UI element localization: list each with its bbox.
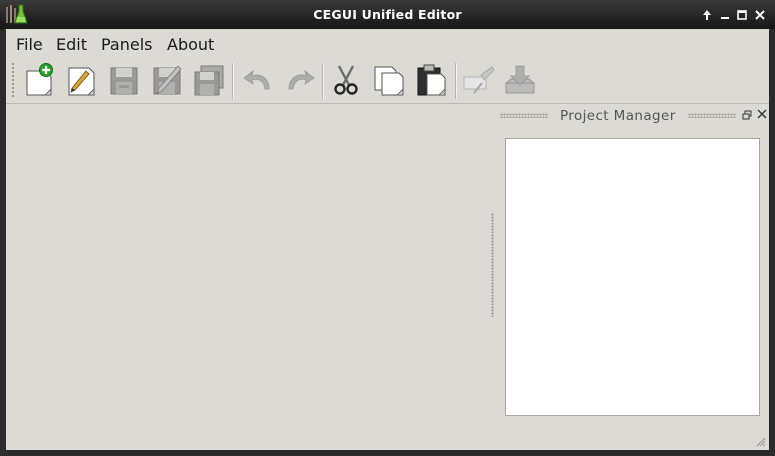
toolbar-separator xyxy=(232,63,234,99)
save-all-icon xyxy=(194,65,224,96)
close-icon[interactable] xyxy=(757,109,767,119)
toolbar-separator xyxy=(322,63,324,99)
arrow-up-icon xyxy=(703,10,711,20)
save-button[interactable] xyxy=(107,63,141,97)
menu-file[interactable]: File xyxy=(16,35,43,54)
dock-grip-left xyxy=(500,113,548,118)
keep-above-button[interactable] xyxy=(699,7,715,23)
client-area: File Edit Panels About Project Manager xyxy=(6,29,769,450)
cut-icon xyxy=(334,65,358,95)
project-settings-button[interactable] xyxy=(461,63,495,97)
dock-title: Project Manager xyxy=(560,108,676,124)
edit-document-icon xyxy=(68,67,95,96)
copy-icon xyxy=(374,66,404,96)
save-as-button[interactable] xyxy=(150,63,184,97)
close-button[interactable] xyxy=(752,7,768,23)
save-all-button[interactable] xyxy=(192,63,226,97)
main-toolbar xyxy=(6,57,769,104)
cut-button[interactable] xyxy=(329,63,363,97)
window-title: CEGUI Unified Editor xyxy=(313,7,462,22)
undo-button[interactable] xyxy=(241,63,275,97)
editor-area xyxy=(6,104,493,450)
minimize-button[interactable] xyxy=(717,7,733,23)
dock-title-bar[interactable]: Project Manager xyxy=(496,104,769,126)
copy-button[interactable] xyxy=(372,63,406,97)
menu-edit[interactable]: Edit xyxy=(56,35,87,54)
project-tree-view[interactable] xyxy=(505,138,760,416)
new-file-button[interactable] xyxy=(23,63,57,97)
redo-icon xyxy=(288,70,315,90)
size-grip-icon[interactable] xyxy=(754,435,766,447)
menu-bar: File Edit Panels About xyxy=(6,29,769,57)
save-icon xyxy=(110,67,138,95)
float-icon[interactable] xyxy=(742,110,752,120)
reload-resources-icon xyxy=(505,65,535,94)
menu-about[interactable]: About xyxy=(167,35,214,54)
maximize-button[interactable] xyxy=(734,7,750,23)
close-icon xyxy=(755,10,765,20)
redo-button[interactable] xyxy=(283,63,317,97)
main-window: CEGUI Unified Editor File Edit Panels Ab… xyxy=(0,0,775,456)
undo-icon xyxy=(243,70,270,90)
reload-resources-button[interactable] xyxy=(503,63,537,97)
minimize-icon xyxy=(721,17,729,19)
maximize-icon xyxy=(737,10,747,20)
project-settings-icon xyxy=(463,66,495,94)
paste-icon xyxy=(417,64,446,96)
dock-grip-right xyxy=(688,113,736,118)
title-bar[interactable]: CEGUI Unified Editor xyxy=(0,0,775,29)
toolbar-grip[interactable] xyxy=(11,62,15,98)
save-as-icon xyxy=(153,65,182,95)
menu-panels[interactable]: Panels xyxy=(101,35,153,54)
edit-document-button[interactable] xyxy=(64,63,98,97)
window-frame-bottom xyxy=(0,450,775,456)
project-manager-dock: Project Manager xyxy=(496,104,769,450)
toolbar-separator xyxy=(455,63,457,99)
new-file-icon xyxy=(26,63,53,96)
dock-splitter-handle[interactable] xyxy=(491,213,494,317)
paste-button[interactable] xyxy=(414,63,448,97)
